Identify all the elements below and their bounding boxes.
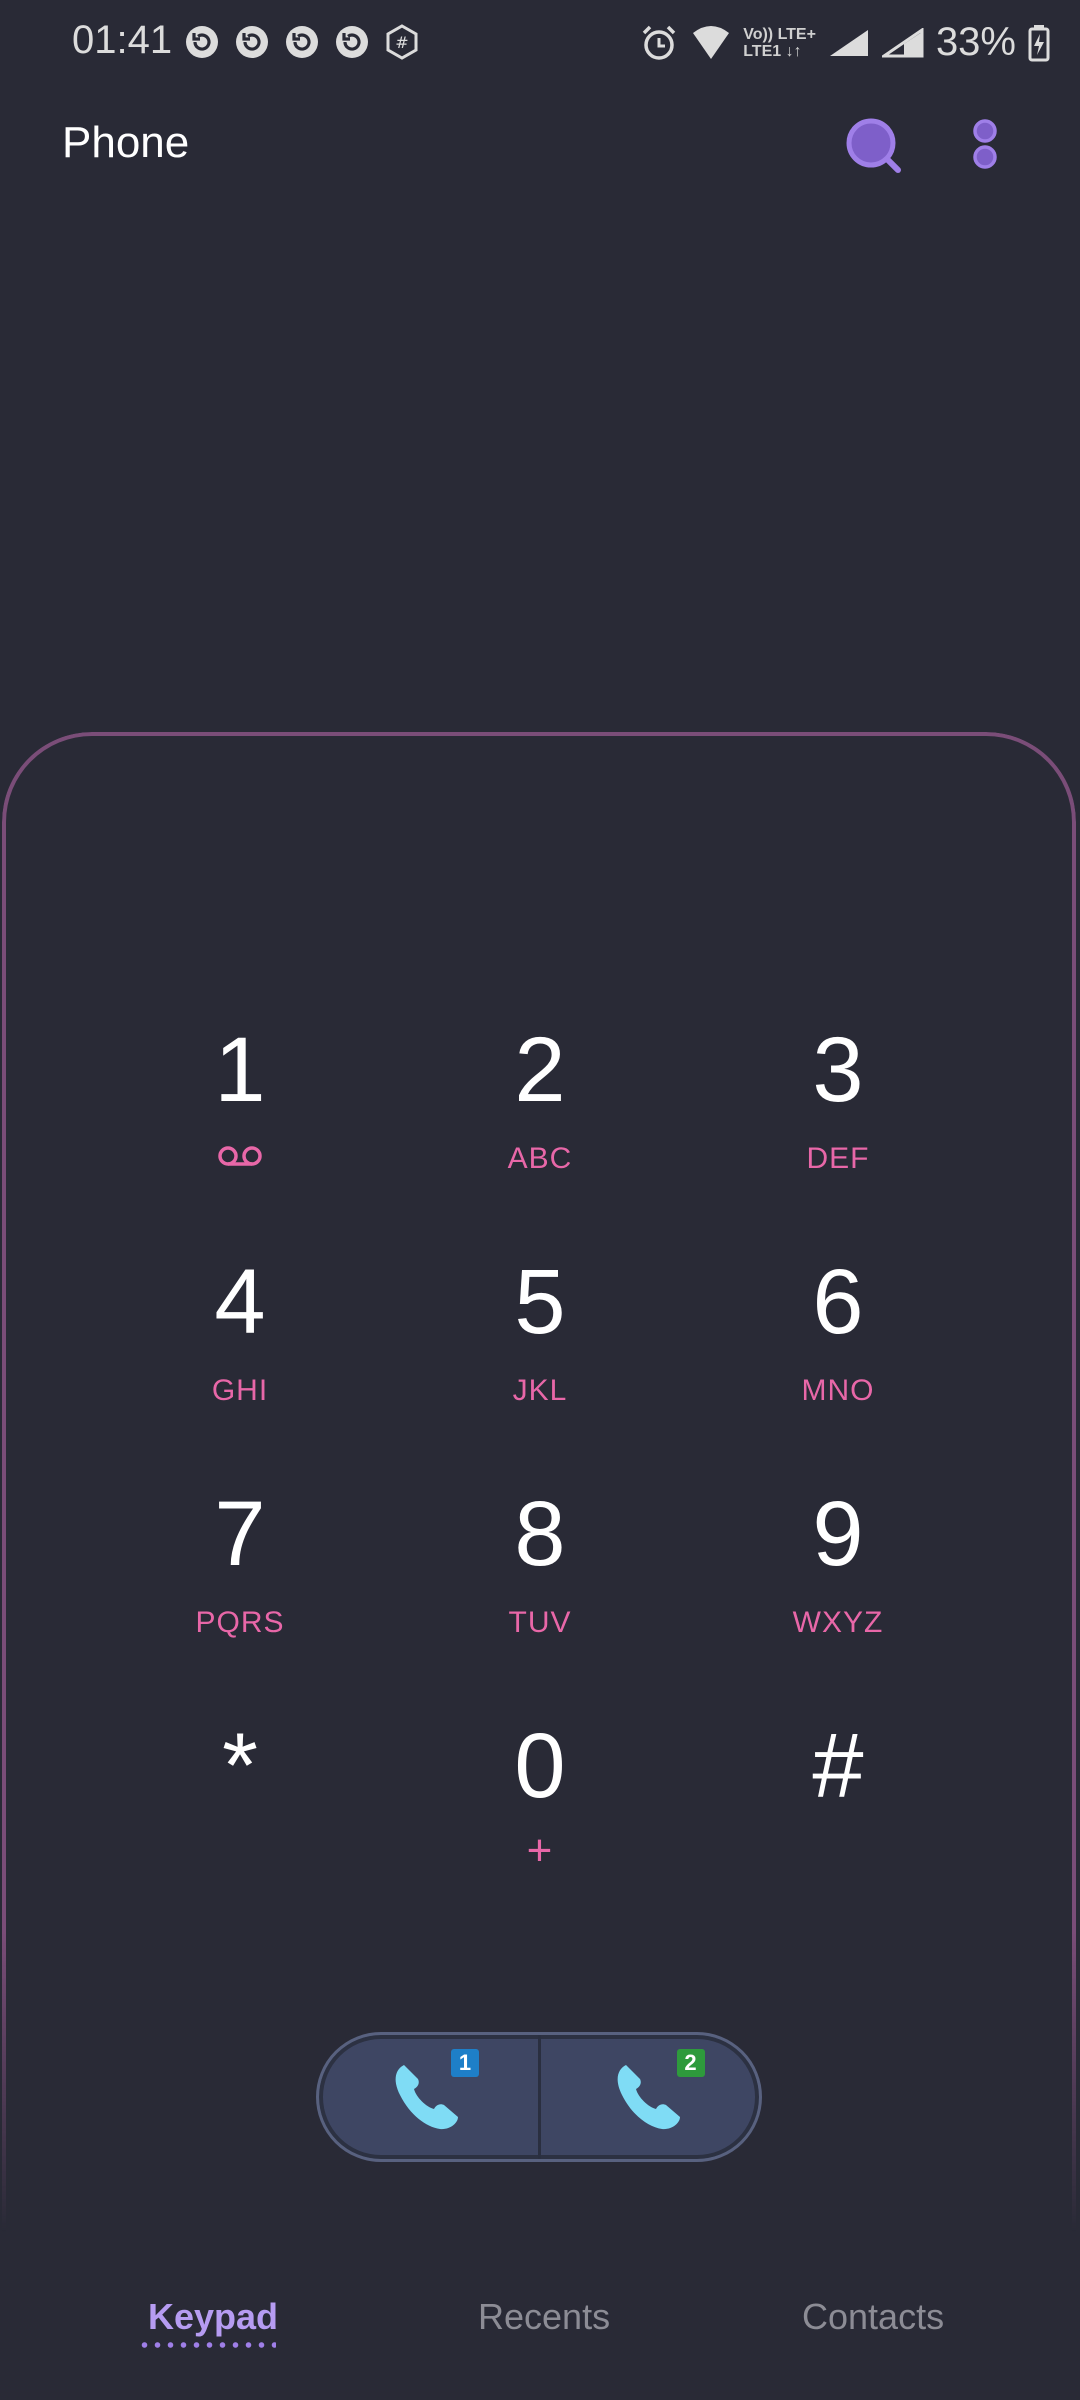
more-options-button[interactable] — [960, 112, 1010, 182]
sync-icon — [182, 22, 222, 62]
sync-icon — [282, 22, 322, 62]
notification-icons: # — [182, 22, 422, 62]
network-bottom: LTE1 ↓↑ — [743, 42, 802, 60]
key-1[interactable]: 1 — [130, 1020, 350, 1220]
signal-icon — [828, 28, 870, 58]
call-buttons: 1 2 — [316, 2032, 762, 2162]
voicemail-icon — [130, 1142, 350, 1182]
key-letters: JKL — [512, 1374, 568, 1407]
status-bar: 01:41 # Vo)) LTE+ LTE1 ↓↑ 33% — [0, 0, 1080, 90]
sync-icon — [232, 22, 272, 62]
key-letters: MNO — [801, 1374, 875, 1407]
key-digit: 4 — [214, 1251, 266, 1353]
key-digit: 3 — [812, 1019, 864, 1121]
key-hash[interactable]: # — [728, 1716, 948, 1916]
sim-1-badge: 1 — [451, 2049, 479, 2077]
key-letters: GHI — [211, 1374, 269, 1407]
key-star[interactable]: * — [130, 1716, 350, 1916]
key-8[interactable]: 8 TUV — [430, 1484, 650, 1684]
signal-icon — [881, 27, 924, 58]
more-vert-icon — [970, 117, 1000, 178]
page-title: Phone — [62, 118, 190, 167]
key-letters: + — [526, 1826, 554, 1875]
key-6[interactable]: 6 MNO — [728, 1252, 948, 1452]
key-letters: ABC — [507, 1142, 573, 1175]
bottom-nav: Keypad Recents Contacts — [0, 2280, 1080, 2380]
key-digit: 5 — [514, 1251, 566, 1353]
tab-contacts[interactable]: Contacts — [802, 2296, 944, 2338]
active-tab-indicator — [138, 2342, 276, 2348]
wifi-icon — [691, 25, 731, 61]
key-digit: 0 — [514, 1715, 566, 1817]
network-top: Vo)) LTE+ — [743, 25, 816, 43]
key-digit: 7 — [214, 1483, 266, 1585]
tab-recents[interactable]: Recents — [478, 2296, 610, 2338]
hashtag-shield-icon: # — [382, 22, 422, 62]
key-digit: 6 — [812, 1251, 864, 1353]
key-letters — [728, 1838, 948, 1878]
key-letters: WXYZ — [792, 1606, 884, 1639]
call-sim2-button[interactable]: 2 — [541, 2035, 760, 2159]
key-7[interactable]: 7 PQRS — [130, 1484, 350, 1684]
svg-text:#: # — [395, 33, 408, 52]
sim-2-badge: 2 — [676, 2049, 705, 2077]
key-digit: 2 — [514, 1019, 566, 1121]
search-icon — [843, 115, 903, 180]
key-digit: 1 — [214, 1019, 266, 1121]
key-digit: 8 — [514, 1483, 566, 1585]
key-digit: * — [222, 1715, 258, 1817]
tab-keypad[interactable]: Keypad — [148, 2296, 278, 2338]
key-letters: DEF — [806, 1142, 870, 1175]
key-3[interactable]: 3 DEF — [728, 1020, 948, 1220]
key-0[interactable]: 0 + — [430, 1716, 650, 1916]
search-button[interactable] — [838, 112, 908, 182]
system-status: Vo)) LTE+ LTE1 ↓↑ 33% — [639, 20, 1050, 65]
key-9[interactable]: 9 WXYZ — [728, 1484, 948, 1684]
key-digit: 9 — [812, 1483, 864, 1585]
key-5[interactable]: 5 JKL — [430, 1252, 650, 1452]
dial-panel — [2, 732, 1076, 2232]
alarm-icon — [639, 23, 679, 63]
sync-icon — [332, 22, 372, 62]
battery-percent: 33% — [935, 20, 1016, 64]
key-letters — [130, 1838, 350, 1878]
battery-charging-icon — [1028, 24, 1050, 62]
key-letters: PQRS — [195, 1606, 285, 1639]
key-4[interactable]: 4 GHI — [130, 1252, 350, 1452]
key-digit: # — [812, 1715, 864, 1817]
status-time: 01:41 — [72, 18, 173, 62]
network-type: Vo)) LTE+ LTE1 ↓↑ — [743, 26, 816, 60]
call-sim1-button[interactable]: 1 — [319, 2035, 541, 2159]
key-letters: TUV — [508, 1606, 572, 1639]
key-2[interactable]: 2 ABC — [430, 1020, 650, 1220]
